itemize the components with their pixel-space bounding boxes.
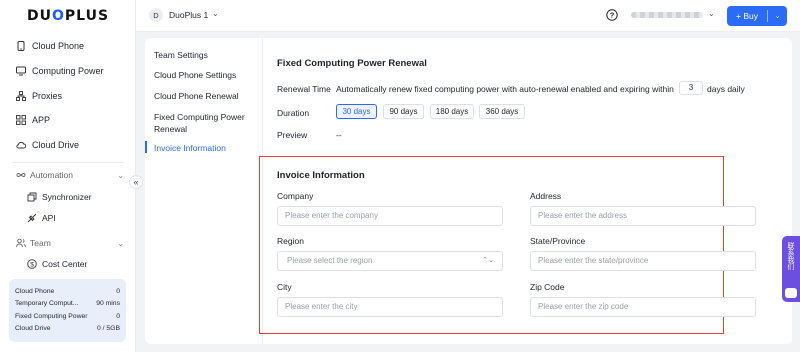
duration-option-180[interactable]: 180 days	[430, 104, 474, 119]
sidebar-item-computing-power[interactable]: Computing Power	[16, 63, 104, 79]
sidebar-item-label: APP	[32, 115, 51, 125]
buy-button-label[interactable]: + Buy	[727, 10, 768, 22]
sidebar-item-app[interactable]: APP	[16, 112, 50, 128]
chevron-down-icon: ⌄	[117, 238, 124, 248]
renewal-section-title: Fixed Computing Power Renewal	[277, 58, 427, 69]
sidebar-item-label: Cloud Drive	[32, 140, 80, 150]
sidebar-group-label: Team	[30, 238, 51, 248]
state-label: State/Province	[530, 236, 586, 246]
chevron-down-icon: ⌄	[117, 170, 124, 180]
buy-button[interactable]: + Buy ⌄	[727, 6, 787, 26]
address-input[interactable]: Please enter the address	[530, 206, 756, 226]
city-input[interactable]: Please enter the city	[277, 297, 503, 317]
contact-us-widget[interactable]: 联系我们	[782, 236, 800, 302]
project-avatar[interactable]: D	[149, 8, 163, 22]
sidebar-item-label: Computing Power	[32, 66, 104, 76]
tab-team-settings[interactable]: Team Settings	[154, 49, 259, 61]
usage-row: Fixed Computing Power 0	[15, 312, 120, 320]
users-icon	[16, 238, 26, 248]
help-icon[interactable]: ?	[606, 9, 618, 21]
tab-fixed-computing-power-renewal[interactable]: Fixed Computing Power Renewal	[154, 111, 259, 135]
network-icon	[16, 91, 26, 101]
sidebar-item-cost-center[interactable]: $ Cost Center	[27, 257, 87, 271]
company-label: Company	[277, 191, 314, 201]
infinity-icon	[16, 170, 26, 180]
api-icon	[27, 213, 37, 223]
active-tab-indicator	[145, 141, 147, 153]
duration-option-30[interactable]: 30 days	[336, 104, 377, 119]
sidebar-item-label: Cloud Phone	[32, 41, 85, 51]
region-label: Region	[277, 236, 304, 246]
state-input[interactable]: Please enter the state/province	[530, 251, 756, 271]
sidebar-group-label: Automation	[30, 170, 73, 180]
usage-row: Cloud Phone 0	[15, 287, 120, 295]
sidebar-item-synchronizer[interactable]: Synchronizer	[27, 190, 92, 204]
collapse-sidebar-button[interactable]: «	[129, 175, 143, 189]
select-arrows-icon: ⌃⌄	[482, 257, 494, 264]
sidebar-item-proxies[interactable]: Proxies	[16, 88, 62, 104]
svg-text:?: ?	[610, 11, 615, 20]
settings-nav: Team Settings Cloud Phone Settings Cloud…	[145, 38, 262, 344]
sidebar-item-label: API	[42, 213, 56, 223]
phone-icon	[16, 41, 26, 51]
sidebar-divider	[12, 162, 124, 163]
sidebar-group-automation[interactable]: Automation ⌄	[16, 168, 124, 182]
user-account-redacted[interactable]	[631, 12, 703, 18]
region-select-placeholder: Please select the region	[287, 256, 373, 265]
sidebar-item-cloud-phone[interactable]: Cloud Phone	[16, 38, 84, 54]
apps-grid-icon	[16, 115, 26, 125]
tab-cloud-phone-renewal[interactable]: Cloud Phone Renewal	[154, 90, 259, 102]
sidebar-item-label: Cost Center	[42, 259, 88, 269]
renewal-days-input[interactable]: 3	[679, 81, 703, 95]
renewal-description: Automatically renew fixed computing powe…	[336, 84, 674, 94]
city-label: City	[277, 282, 292, 292]
duration-option-360[interactable]: 360 days	[479, 104, 525, 119]
top-header: D DuoPlus 1 ⌄ ? ⌄ + Buy ⌄	[136, 0, 800, 32]
preview-value: --	[336, 130, 342, 140]
usage-row: Cloud Drive 0 / 5GB	[15, 325, 120, 333]
buy-dropdown-icon[interactable]: ⌄	[768, 12, 787, 20]
sidebar-item-label: Synchronizer	[42, 192, 92, 202]
company-input[interactable]: Please enter the company	[277, 206, 503, 226]
region-select[interactable]: Please select the region ⌃⌄	[277, 251, 503, 271]
tab-cloud-phone-settings[interactable]: Cloud Phone Settings	[154, 69, 259, 81]
chevron-down-icon[interactable]: ⌄	[708, 9, 715, 18]
zip-input[interactable]: Please enter the zip code	[530, 297, 756, 317]
sidebar-item-label: Proxies	[32, 91, 63, 101]
address-label: Address	[530, 191, 562, 201]
sidebar-item-api[interactable]: API	[27, 211, 56, 225]
duration-label: Duration	[277, 108, 310, 118]
renewal-days-suffix: days daily	[707, 84, 745, 94]
sidebar: DUOPLUS Cloud Phone Computing Power Prox…	[0, 0, 136, 352]
usage-row: Temporary Comput... 90 mins	[15, 300, 120, 308]
duoplus-logo[interactable]: DUOPLUS	[27, 8, 109, 24]
renewal-time-label: Renewal Time	[277, 84, 331, 94]
dollar-icon: $	[27, 259, 37, 269]
zip-label: Zip Code	[530, 282, 565, 292]
cloud-icon	[16, 140, 26, 150]
preview-label: Preview	[277, 130, 308, 140]
usage-summary: Cloud Phone 0 Temporary Comput... 90 mins …	[9, 279, 126, 342]
chevron-down-icon[interactable]: ⌄	[212, 9, 219, 18]
tab-invoice-information[interactable]: Invoice Information	[154, 142, 259, 154]
chat-icon	[785, 288, 797, 298]
sidebar-item-cloud-drive[interactable]: Cloud Drive	[16, 137, 79, 153]
monitor-icon	[16, 66, 26, 76]
contact-us-label: 联系我们	[787, 242, 795, 270]
sync-icon	[27, 192, 37, 202]
duration-option-90[interactable]: 90 days	[383, 104, 424, 119]
sidebar-group-team[interactable]: Team ⌄	[16, 236, 124, 250]
invoice-section-title: Invoice Information	[277, 170, 365, 181]
svg-text:$: $	[30, 261, 34, 268]
project-name[interactable]: DuoPlus 1	[169, 10, 208, 20]
